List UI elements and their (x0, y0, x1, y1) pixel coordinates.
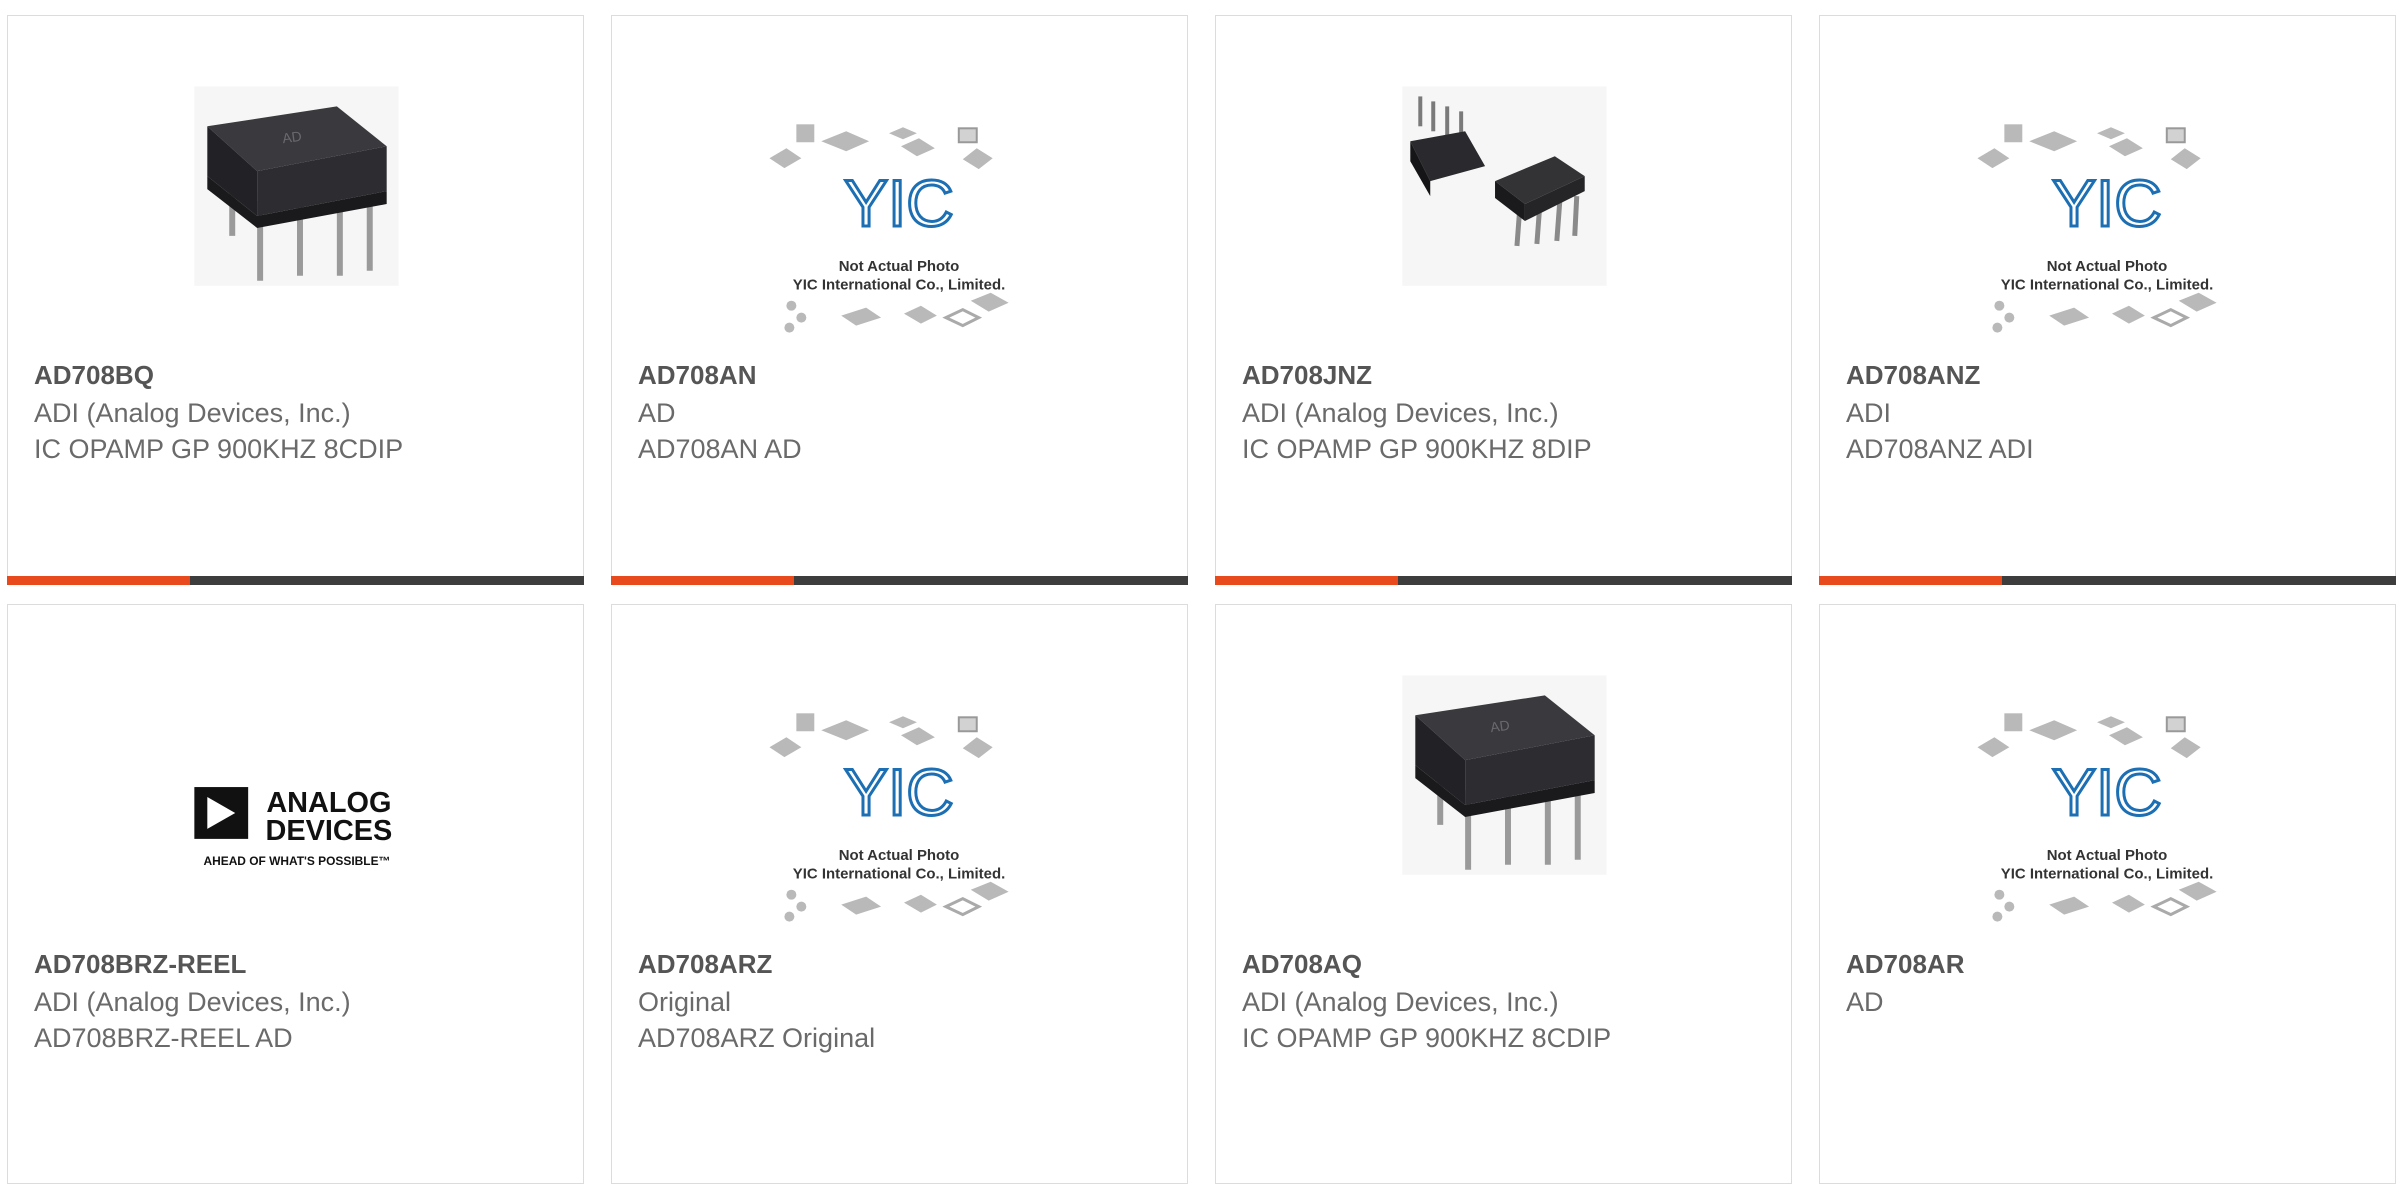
manufacturer: ADI (Analog Devices, Inc.) (34, 398, 351, 428)
card-footer-bar (7, 576, 584, 585)
product-card[interactable]: YIC Not Actual Photo YIC International C… (611, 15, 1188, 585)
part-number[interactable]: AD708BRZ-REEL (34, 949, 246, 980)
svg-text:YIC International Co., Limited: YIC International Co., Limited. (793, 866, 1005, 883)
description: AD708AN AD (638, 434, 802, 464)
svg-text:AD: AD (1489, 717, 1510, 736)
placeholder-image: YIC Not Actual Photo YIC International C… (1977, 124, 2217, 333)
svg-text:YIC International Co., Limited: YIC International Co., Limited. (2001, 866, 2213, 883)
description: IC OPAMP GP 900KHZ 8CDIP (1242, 1023, 1612, 1053)
product-card[interactable]: YIC Not Actual Photo YIC International C… (611, 604, 1188, 1184)
part-number[interactable]: AD708AN (638, 360, 757, 391)
dual-dip-image (1402, 86, 1607, 286)
card-footer-bar (611, 576, 1188, 585)
product-card[interactable]: AD AD708BQ ADI (Analog Devices, Inc.) IC… (7, 15, 584, 585)
svg-text:YIC International Co., Limited: YIC International Co., Limited. (793, 277, 1005, 294)
placeholder-image: YIC Not Actual Photo YIC International C… (1977, 713, 2217, 922)
svg-text:YIC: YIC (2052, 166, 2162, 240)
svg-text:Not Actual Photo: Not Actual Photo (839, 847, 960, 864)
analog-devices-logo: ANALOG DEVICES AHEAD OF WHAT'S POSSIBLE™ (194, 787, 393, 868)
description: AD708ANZ ADI (1846, 434, 2034, 464)
placeholder-image: YIC Not Actual Photo YIC International C… (769, 713, 1009, 922)
svg-text:YIC: YIC (2052, 755, 2162, 829)
svg-text:YIC: YIC (844, 755, 954, 829)
manufacturer: ADI (Analog Devices, Inc.) (34, 987, 351, 1017)
product-card[interactable]: ANALOG DEVICES AHEAD OF WHAT'S POSSIBLE™… (7, 604, 584, 1184)
manufacturer: AD (638, 398, 676, 428)
svg-text:Not Actual Photo: Not Actual Photo (2047, 258, 2168, 275)
svg-text:Not Actual Photo: Not Actual Photo (2047, 847, 2168, 864)
manufacturer: ADI (1846, 398, 1892, 428)
svg-text:YIC: YIC (844, 166, 954, 240)
product-card[interactable]: YIC Not Actual Photo YIC International C… (1819, 604, 2396, 1184)
svg-text:AHEAD OF WHAT'S POSSIBLE™: AHEAD OF WHAT'S POSSIBLE™ (203, 854, 390, 868)
svg-text:Not Actual Photo: Not Actual Photo (839, 258, 960, 275)
accent-bar (611, 576, 794, 585)
placeholder-image: YIC Not Actual Photo YIC International C… (769, 124, 1009, 333)
part-number[interactable]: AD708ARZ (638, 949, 772, 980)
part-number[interactable]: AD708JNZ (1242, 360, 1372, 391)
part-number[interactable]: AD708AQ (1242, 949, 1362, 980)
svg-text:YIC International Co., Limited: YIC International Co., Limited. (2001, 277, 2213, 294)
accent-bar (1215, 576, 1398, 585)
product-card[interactable]: AD AD708AQ ADI (Analog Devices, Inc.) IC… (1215, 604, 1792, 1184)
description: AD708ARZ Original (638, 1023, 876, 1053)
description: AD708BRZ-REEL AD (34, 1023, 293, 1053)
part-number[interactable]: AD708ANZ (1846, 360, 1980, 391)
dip-chip-image: AD (1402, 675, 1607, 875)
svg-text:AD: AD (281, 128, 302, 147)
svg-text:DEVICES: DEVICES (266, 815, 393, 847)
accent-bar (7, 576, 190, 585)
part-number[interactable]: AD708AR (1846, 949, 1965, 980)
card-footer-bar (1215, 576, 1792, 585)
manufacturer: ADI (Analog Devices, Inc.) (1242, 398, 1559, 428)
description: IC OPAMP GP 900KHZ 8DIP (1242, 434, 1592, 464)
manufacturer: AD (1846, 987, 1884, 1017)
manufacturer: ADI (Analog Devices, Inc.) (1242, 987, 1559, 1017)
manufacturer: Original (638, 987, 732, 1017)
card-footer-bar (1819, 576, 2396, 585)
product-card[interactable]: AD708JNZ ADI (Analog Devices, Inc.) IC O… (1215, 15, 1792, 585)
dip-chip-image: AD (194, 86, 399, 286)
description: IC OPAMP GP 900KHZ 8CDIP (34, 434, 404, 464)
part-number[interactable]: AD708BQ (34, 360, 154, 391)
accent-bar (1819, 576, 2002, 585)
product-grid: AD AD708BQ ADI (Analog Devices, Inc.) IC… (0, 0, 2400, 1184)
product-card[interactable]: YIC Not Actual Photo YIC International C… (1819, 15, 2396, 585)
